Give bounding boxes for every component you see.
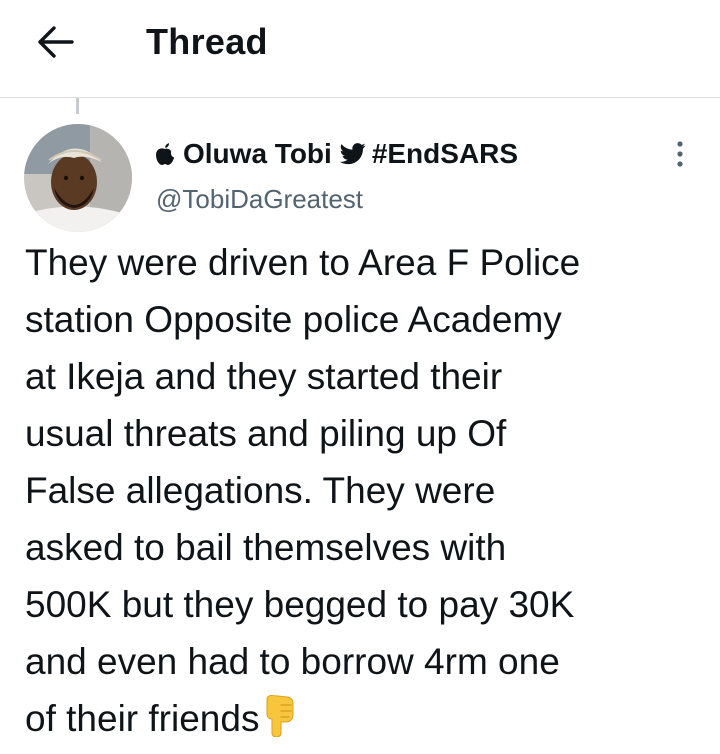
top-bar: Thread <box>0 0 720 97</box>
more-options-button[interactable] <box>664 138 696 170</box>
author-name: Oluwa Tobi <box>183 138 332 169</box>
more-vertical-icon <box>677 141 683 167</box>
back-button[interactable] <box>30 20 82 64</box>
tweet-text: They were driven to Area F Police statio… <box>25 234 705 747</box>
author-avatar[interactable] <box>24 124 132 232</box>
tweet-text-line: station Opposite police Academy <box>25 299 562 340</box>
page-title: Thread <box>146 21 268 62</box>
apple-icon <box>156 143 174 165</box>
arrow-left-icon <box>38 26 74 58</box>
tweet-text-line: asked to bail themselves with <box>25 527 507 568</box>
author-name-row[interactable]: Oluwa Tobi #EndSARS <box>156 136 518 172</box>
tweet-text-line: at Ikeja and they started their <box>25 356 503 397</box>
twitter-bird-icon <box>339 143 366 165</box>
tweet-text-last-line: of their friends <box>25 690 705 747</box>
profile-avatar <box>24 124 132 232</box>
tweet-text-line: usual threats and piling up Of <box>25 413 507 454</box>
tweet-text-line: They were driven to Area F Police <box>25 242 581 283</box>
header-divider <box>0 97 720 98</box>
tweet-text-line: False allegations. They were <box>25 470 496 511</box>
tweet-text-line: of their friends <box>25 698 260 739</box>
pointing-down-hand-emoji <box>261 694 295 753</box>
author-hashtag: #EndSARS <box>371 138 519 169</box>
author-handle[interactable]: @TobiDaGreatest <box>156 183 363 215</box>
tweet-text-line: and even had to borrow 4rm one <box>25 641 560 682</box>
thread-connector-line <box>76 98 79 114</box>
tweet-text-line: 500K but they begged to pay 30K <box>25 584 575 625</box>
